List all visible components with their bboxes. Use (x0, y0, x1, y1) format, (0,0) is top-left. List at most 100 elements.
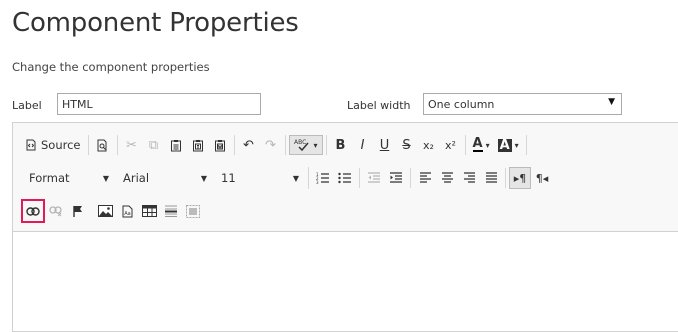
undo-icon: ↶ (243, 137, 254, 153)
dropdown-arrow-icon: ▼ (608, 97, 615, 107)
label-width-value: One column (428, 98, 495, 111)
paste-button[interactable] (165, 134, 187, 156)
align-left-icon (419, 172, 431, 183)
editor-content-area[interactable] (13, 231, 678, 331)
undo-button[interactable]: ↶ (238, 134, 260, 156)
align-center-icon (441, 172, 453, 183)
label-width-select[interactable]: One column ▼ (423, 93, 622, 115)
font-caret-icon: ▼ (200, 173, 207, 183)
iframe-button[interactable] (182, 200, 204, 222)
italic-icon: I (360, 137, 365, 153)
flash-button[interactable]: Aa (116, 200, 138, 222)
copy-icon: ⧉ (148, 137, 159, 153)
unlink-button[interactable] (45, 200, 67, 222)
source-button[interactable]: Source (21, 134, 85, 156)
numbered-list-icon: 123 (316, 172, 329, 184)
anchor-button[interactable] (67, 200, 89, 222)
spellcheck-button[interactable]: ABC ▾ (288, 135, 323, 155)
link-icon (26, 206, 40, 216)
rich-text-editor: Source ✂ ⧉ ↶ ↷ ABC ▾ B I U S x₂ x² A ▾ A… (12, 122, 678, 332)
increase-indent-button[interactable] (385, 167, 407, 189)
format-combo-label: Format (29, 171, 70, 185)
format-combo[interactable]: Format ▼ (21, 167, 115, 189)
anchor-flag-icon (73, 205, 82, 217)
text-color-icon: A (472, 136, 483, 152)
text-color-button[interactable]: A ▾ (469, 134, 494, 156)
image-icon (97, 205, 113, 217)
page-title: Component Properties (12, 8, 299, 38)
background-color-button[interactable]: A ▾ (494, 134, 523, 156)
redo-icon: ↷ (265, 137, 276, 153)
toolbar-row-3: Aa (21, 198, 210, 224)
svg-text:Aa: Aa (124, 211, 130, 217)
iframe-icon (186, 204, 200, 218)
format-caret-icon: ▼ (102, 173, 109, 183)
font-combo-label: Arial (123, 171, 150, 185)
source-icon (26, 139, 36, 151)
bold-icon: B (335, 137, 346, 153)
bold-button[interactable]: B (330, 134, 352, 156)
superscript-button[interactable]: x² (440, 134, 462, 156)
horizontal-line-icon (165, 205, 177, 217)
size-caret-icon: ▼ (292, 173, 299, 183)
align-right-icon (463, 172, 475, 183)
numbered-list-button[interactable]: 123 (312, 167, 334, 189)
justify-button[interactable] (480, 167, 502, 189)
table-icon (141, 205, 157, 217)
flash-icon: Aa (122, 205, 132, 217)
svg-text:ABC: ABC (294, 139, 306, 146)
align-center-button[interactable] (436, 167, 458, 189)
paste-word-icon (214, 139, 225, 151)
bulleted-list-button[interactable] (334, 167, 356, 189)
source-label: Source (41, 138, 81, 152)
subscript-button[interactable]: x₂ (418, 134, 440, 156)
cut-button[interactable]: ✂ (121, 134, 143, 156)
subscript-icon: x₂ (423, 138, 434, 152)
label-caption: Label (12, 99, 42, 112)
rtl-direction-button[interactable]: ¶◂ (531, 167, 553, 189)
background-color-icon: A (497, 137, 512, 153)
label-width-caption: Label width (347, 99, 411, 112)
superscript-icon: x² (445, 138, 456, 152)
justify-icon (485, 172, 497, 183)
font-combo[interactable]: Arial ▼ (115, 167, 213, 189)
strikethrough-button[interactable]: S (396, 134, 418, 156)
strikethrough-icon: S (402, 137, 411, 153)
svg-text:3: 3 (316, 180, 319, 184)
label-input[interactable] (57, 93, 261, 115)
horizontal-line-button[interactable] (160, 200, 182, 222)
paste-text-icon (192, 139, 203, 151)
paste-icon (170, 139, 181, 151)
size-combo[interactable]: 11 ▼ (213, 167, 305, 189)
link-button[interactable] (21, 199, 45, 223)
ltr-direction-button[interactable]: ▸¶ (509, 167, 531, 189)
align-right-button[interactable] (458, 167, 480, 189)
toolbar-row-1: Source ✂ ⧉ ↶ ↷ ABC ▾ B I U S x₂ x² A ▾ A… (21, 132, 530, 158)
size-combo-label: 11 (221, 171, 236, 185)
paste-word-button[interactable] (209, 134, 231, 156)
decrease-indent-button[interactable] (363, 167, 385, 189)
rtl-direction-icon: ¶◂ (535, 171, 549, 185)
toolbar-row-2: Format ▼ Arial ▼ 11 ▼ 123 ▸¶ ¶◂ (21, 165, 559, 191)
find-button[interactable] (92, 134, 114, 156)
underline-icon: U (379, 137, 390, 153)
italic-button[interactable]: I (352, 134, 374, 156)
increase-indent-icon (390, 172, 402, 183)
spellcheck-caret-icon: ▾ (313, 140, 318, 150)
image-button[interactable] (94, 200, 116, 222)
align-left-button[interactable] (414, 167, 436, 189)
unlink-icon (49, 206, 62, 217)
table-button[interactable] (138, 200, 160, 222)
cut-icon: ✂ (126, 137, 137, 153)
background-color-caret-icon: ▾ (514, 140, 519, 150)
paste-text-button[interactable] (187, 134, 209, 156)
bulleted-list-icon (338, 172, 351, 184)
editor-toolbar: Source ✂ ⧉ ↶ ↷ ABC ▾ B I U S x₂ x² A ▾ A… (13, 123, 678, 232)
redo-button[interactable]: ↷ (260, 134, 282, 156)
ltr-direction-icon: ▸¶ (513, 171, 527, 185)
page-subtitle: Change the component properties (12, 60, 210, 74)
decrease-indent-icon (368, 172, 380, 183)
copy-button[interactable]: ⧉ (143, 134, 165, 156)
underline-button[interactable]: U (374, 134, 396, 156)
spellcheck-icon: ABC (294, 139, 309, 152)
